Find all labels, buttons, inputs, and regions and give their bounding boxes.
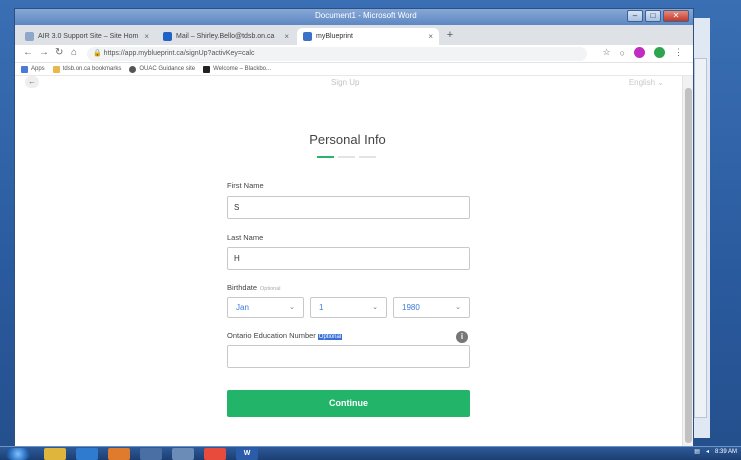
back-arrow-icon[interactable]: ← [25, 76, 39, 88]
oen-field[interactable] [227, 345, 470, 368]
outlook-icon [163, 32, 172, 41]
chevron-down-icon: ⌄ [372, 304, 378, 311]
first-name-field[interactable]: S [227, 196, 470, 219]
bookmark-apps[interactable]: Apps [21, 65, 45, 73]
close-tab-icon[interactable]: × [284, 32, 289, 41]
year-value: 1980 [402, 303, 420, 312]
tab-label: AIR 3.0 Support Site – Site Hom [38, 33, 139, 40]
bookmark-label: tdsb.on.ca bookmarks [62, 66, 122, 72]
tab-label: myBlueprint [316, 33, 353, 40]
page-scrollbar[interactable] [682, 76, 693, 447]
close-tab-icon[interactable]: × [144, 32, 149, 41]
tab-myblueprint[interactable]: myBlueprint × [297, 28, 439, 45]
extension-icon[interactable]: ○ [620, 48, 625, 58]
title-bar: Document1 - Microsoft Word – □ ✕ [15, 9, 693, 25]
media-player-icon[interactable] [108, 448, 130, 460]
tab-mail[interactable]: Mail – Shirley.Bello@tdsb.on.ca × [157, 28, 295, 45]
scrollbar-thumb[interactable] [685, 88, 692, 443]
info-icon[interactable]: i [456, 331, 468, 343]
windows-start-icon[interactable] [6, 448, 30, 460]
lock-icon: 🔒 [93, 50, 102, 57]
menu-kebab-icon[interactable]: ⋮ [674, 47, 683, 58]
tab-label: Mail – Shirley.Bello@tdsb.on.ca [176, 33, 275, 40]
apps-grid-icon [21, 65, 28, 73]
step-2 [338, 156, 355, 158]
window-controls: – □ ✕ [627, 10, 689, 22]
last-name-field[interactable]: H [227, 247, 470, 270]
new-tab-button[interactable]: + [443, 29, 457, 43]
minimize-button[interactable]: – [627, 10, 643, 22]
oen-label: Ontario Education Number Optional [227, 331, 343, 340]
birth-year-select[interactable]: 1980 ⌄ [393, 297, 470, 318]
step-3 [359, 156, 376, 158]
close-button[interactable]: ✕ [663, 10, 689, 22]
word-taskbar-icon[interactable]: W [236, 448, 258, 460]
oen-label-text: Ontario Education Number [227, 331, 316, 340]
clock[interactable]: 8:39 AM [715, 449, 737, 455]
folder-icon [52, 65, 60, 73]
bookmark-tdsb[interactable]: tdsb.on.ca bookmarks [52, 65, 122, 73]
tab-air-support[interactable]: AIR 3.0 Support Site – Site Hom × [19, 28, 155, 45]
day-value: 1 [319, 303, 324, 312]
bookmark-blackboard[interactable]: Welcome – Blackbo... [203, 65, 272, 73]
month-value: Jan [236, 303, 249, 312]
birth-month-select[interactable]: Jan ⌄ [227, 297, 304, 318]
tab-strip: AIR 3.0 Support Site – Site Hom × Mail –… [15, 25, 693, 45]
extension-purple-icon[interactable] [634, 47, 645, 58]
back-arrow-icon[interactable]: ← [23, 47, 33, 58]
ouac-icon [129, 65, 137, 73]
page-top-title: Sign Up [331, 78, 360, 87]
optional-tag: Optional [260, 286, 281, 292]
bookmark-label: OUAC Guidance site [139, 66, 196, 72]
reload-icon[interactable]: ↻ [55, 47, 63, 58]
volume-icon[interactable]: ◂ [706, 448, 709, 455]
language-label: English [628, 78, 656, 87]
bookmarks-bar: Apps tdsb.on.ca bookmarks OUAC Guidance … [15, 63, 693, 76]
chevron-down-icon: ⌄ [455, 304, 461, 311]
page-viewport: ← Sign Up English ⌄ Personal Info First … [15, 76, 693, 447]
url-text: https://app.myblueprint.ca/signUp?activK… [103, 50, 255, 57]
word-scrollbar[interactable] [694, 58, 707, 418]
optional-tag-highlighted: Optional [317, 334, 343, 340]
calculator-icon[interactable] [140, 448, 162, 460]
birthdate-label-text: Birthdate [227, 283, 258, 292]
system-tray: ▤ ◂ 8:39 AM [694, 448, 737, 456]
site-favicon-icon [25, 32, 34, 41]
last-name-label: Last Name [227, 233, 264, 242]
chevron-down-icon: ⌄ [657, 78, 664, 87]
paint-icon[interactable] [172, 448, 194, 460]
internet-explorer-icon[interactable] [76, 448, 98, 460]
maximize-button[interactable]: □ [645, 10, 661, 22]
chevron-down-icon: ⌄ [289, 304, 295, 311]
bookmark-ouac[interactable]: OUAC Guidance site [129, 65, 196, 73]
window-title: Document1 - Microsoft Word [315, 11, 417, 20]
home-icon[interactable]: ⌂ [71, 47, 77, 58]
profile-avatar[interactable] [654, 47, 665, 58]
windows-taskbar: W ▤ ◂ 8:39 AM [0, 446, 741, 460]
step-indicator [317, 156, 376, 158]
page-title: Personal Info [309, 132, 386, 147]
first-name-label: First Name [227, 181, 264, 190]
blackboard-icon [203, 65, 211, 73]
birth-day-select[interactable]: 1 ⌄ [310, 297, 387, 318]
star-icon[interactable]: ☆ [602, 47, 610, 58]
taskbar-apps: W [44, 448, 258, 460]
address-toolbar: ← → ↻ ⌂ 🔒 https://app.myblueprint.ca/sig… [15, 45, 693, 63]
file-explorer-icon[interactable] [44, 448, 66, 460]
continue-button[interactable]: Continue [227, 390, 470, 417]
forward-arrow-icon[interactable]: → [39, 47, 49, 58]
network-icon[interactable]: ▤ [694, 448, 700, 455]
toolbar-actions: ☆ ○ ⋮ [602, 47, 683, 58]
language-selector[interactable]: English ⌄ [629, 78, 664, 87]
signup-top-nav: ← Sign Up English ⌄ [15, 76, 680, 90]
birthdate-label: Birthdate Optional [227, 283, 281, 292]
myblueprint-icon [303, 32, 312, 41]
address-bar[interactable]: 🔒 https://app.myblueprint.ca/signUp?acti… [87, 47, 587, 61]
chrome-icon[interactable] [204, 448, 226, 460]
bookmark-label: Apps [31, 66, 45, 72]
close-tab-icon[interactable]: × [428, 32, 433, 41]
step-1 [317, 156, 334, 158]
bookmark-label: Welcome – Blackbo... [213, 66, 272, 72]
browser-window: Document1 - Microsoft Word – □ ✕ AIR 3.0… [14, 8, 694, 447]
